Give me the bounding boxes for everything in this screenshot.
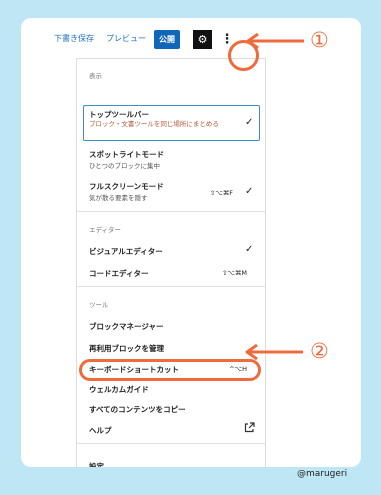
block-manager-item[interactable]: ブロックマネージャー [89, 321, 163, 332]
tools-section-header: ツール [89, 301, 109, 309]
publish-button[interactable]: 公開 [154, 30, 180, 49]
author-credit: @marugeri [297, 469, 348, 479]
top-toolbar-label: トップツールバー [89, 110, 149, 119]
preview-button[interactable]: プレビュー [106, 32, 146, 46]
save-draft-button[interactable]: 下書き保存 [54, 32, 94, 46]
fullscreen-shortcut: ⇧⌥⌘F [209, 189, 233, 197]
code-editor-item[interactable]: コードエディター [89, 268, 148, 279]
editor-section-header: エディター [89, 226, 122, 234]
gear-icon[interactable]: ⚙ [193, 30, 212, 49]
menu-divider [77, 286, 265, 287]
fullscreen-check-icon: ✓ [245, 186, 254, 197]
arrow-left-icon [245, 344, 303, 360]
more-options-menu: 表示 トップツールバー ブロック・文書ツールを同じ場所にまとめる ✓ スポットラ… [76, 58, 266, 467]
external-link-icon [244, 422, 255, 436]
code-editor-shortcut: ⇧⌥⌘M [221, 269, 247, 277]
spotlight-mode-desc: ひとつのブロックに集中 [89, 162, 161, 170]
menu-divider [77, 443, 265, 444]
arrow-left-icon [246, 33, 304, 49]
marker-1: ① [310, 28, 329, 52]
visual-editor-check-icon: ✓ [245, 244, 254, 255]
help-item[interactable]: ヘルプ [89, 425, 112, 436]
highlight-oval-keyboard-shortcuts [79, 359, 261, 381]
top-toolbar-check-icon: ✓ [245, 117, 254, 128]
welcome-guide-item[interactable]: ウェルカムガイド [89, 384, 149, 395]
reusable-blocks-item[interactable]: 再利用ブロックを管理 [89, 343, 164, 354]
top-toolbar-desc: ブロック・文書ツールを同じ場所にまとめる [89, 120, 219, 128]
screenshot-frame: 下書き保存 プレビュー 公開 ⚙ ⋮ 表示 トップツールバー ブロック・文書ツー… [21, 18, 361, 467]
fullscreen-mode-item[interactable]: フルスクリーンモード [89, 181, 164, 192]
marker-2: ② [310, 339, 329, 363]
spotlight-mode-item[interactable]: スポットライトモード [89, 149, 164, 160]
view-section-header: 表示 [89, 72, 102, 80]
fullscreen-mode-desc: 気が散る要素を隠す [89, 194, 148, 202]
visual-editor-item[interactable]: ビジュアルエディター [89, 246, 163, 257]
settings-item[interactable]: 設定 [89, 461, 104, 467]
menu-divider [77, 211, 265, 212]
copy-all-content-item[interactable]: すべてのコンテンツをコピー [89, 404, 186, 415]
